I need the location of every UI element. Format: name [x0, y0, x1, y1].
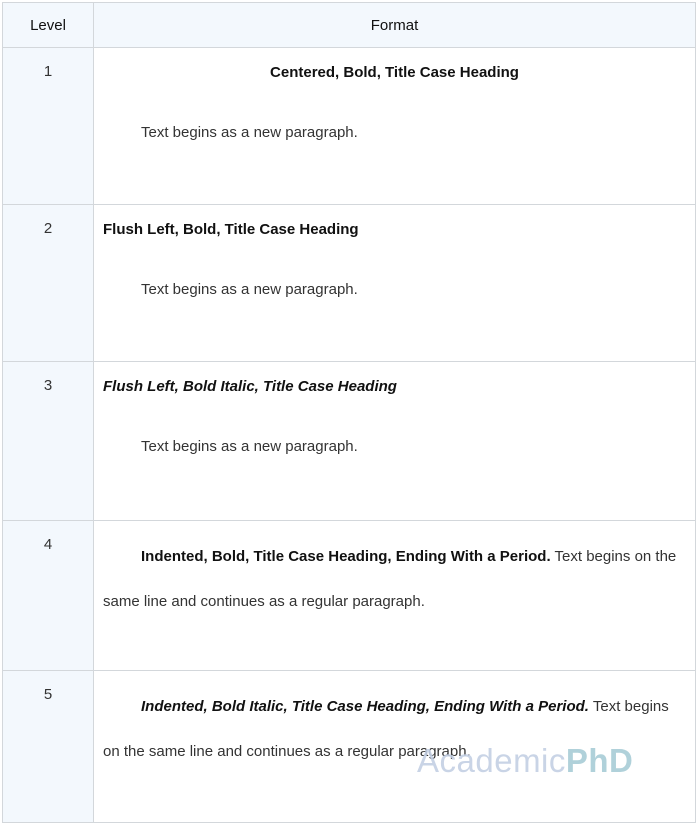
level-cell: 1 [2, 47, 94, 205]
heading-levels-table: Level Format 1 Centered, Bold, Title Cas… [2, 2, 696, 823]
table-row: 4 Indented, Bold, Title Case Heading, En… [2, 520, 696, 671]
paragraph-example: Text begins as a new paragraph. [141, 124, 358, 141]
format-cell: Flush Left, Bold, Title Case Heading Tex… [93, 204, 696, 362]
format-cell: Indented, Bold, Title Case Heading, Endi… [93, 520, 696, 671]
level-cell: 2 [2, 204, 94, 362]
academicphd-watermark: AcademicPhD [417, 742, 633, 780]
run-in-heading-paragraph: Indented, Bold, Title Case Heading, Endi… [103, 521, 686, 624]
level-number: 1 [43, 63, 53, 80]
level-number: 2 [43, 220, 53, 237]
table-header-row: Level Format [2, 2, 696, 48]
level-column-header: Level [2, 2, 94, 48]
table-row: 2 Flush Left, Bold, Title Case Heading T… [2, 204, 696, 362]
format-column-header: Format [93, 2, 696, 48]
format-cell: Flush Left, Bold Italic, Title Case Head… [93, 361, 696, 521]
level-number: 4 [43, 536, 53, 553]
level-cell: 3 [2, 361, 94, 521]
table-row: 1 Centered, Bold, Title Case Heading Tex… [2, 47, 696, 205]
level-cell: 5 [2, 670, 94, 823]
heading-example: Indented, Bold, Title Case Heading, Endi… [141, 548, 551, 565]
paragraph-example: Text begins as a new paragraph. [141, 281, 358, 298]
level-number: 5 [43, 686, 53, 703]
heading-example: Flush Left, Bold Italic, Title Case Head… [103, 378, 397, 395]
format-cell: Centered, Bold, Title Case Heading Text … [93, 47, 696, 205]
level-cell: 4 [2, 520, 94, 671]
table-row: 3 Flush Left, Bold Italic, Title Case He… [2, 361, 696, 521]
level-number: 3 [43, 377, 53, 394]
heading-example: Flush Left, Bold, Title Case Heading [103, 221, 359, 238]
heading-example: Indented, Bold Italic, Title Case Headin… [141, 698, 589, 715]
heading-example: Centered, Bold, Title Case Heading [270, 64, 519, 81]
watermark-text-academic: Academic [417, 742, 566, 779]
paragraph-example: Text begins as a new paragraph. [141, 438, 358, 455]
watermark-text-phd: PhD [565, 742, 634, 779]
